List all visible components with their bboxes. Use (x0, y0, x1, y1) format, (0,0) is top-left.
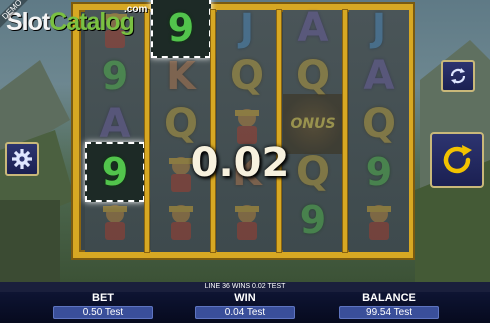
symbol-9: 9 (299, 198, 327, 242)
reel-5: JAQ9 (349, 6, 409, 252)
spin-button[interactable] (430, 132, 484, 188)
reel-separator (145, 10, 149, 252)
bet-value[interactable]: 0.50 Test (53, 306, 153, 319)
balance-label: BALANCE (362, 292, 416, 304)
win-section: WIN 0.04 Test (190, 292, 300, 319)
autoplay-button[interactable] (441, 60, 475, 92)
warrior-icon (217, 190, 277, 250)
watermark-catalog-text: Catalog (49, 8, 135, 36)
reel-3: JQK (217, 6, 277, 252)
spin-icon (443, 145, 472, 174)
autoplay-icon (450, 68, 466, 84)
reel-separator (211, 10, 215, 252)
slotcatalog-watermark: SlotCatalog .com (6, 4, 147, 37)
gear-icon (12, 149, 32, 169)
watermark-com-text: .com (124, 4, 148, 15)
reel-4: A Q ONUS Q 9 (283, 5, 343, 252)
win-value: 0.04 Test (195, 306, 295, 319)
balance-section: BALANCE 99.54 Test (334, 292, 444, 319)
settings-button[interactable] (5, 142, 39, 176)
bet-section[interactable]: BET 0.50 Test (48, 292, 158, 319)
bottom-panel: BET 0.50 Test WIN 0.04 Test BALANCE 99.5… (0, 292, 490, 323)
reel-separator (277, 10, 281, 252)
win-label: WIN (234, 292, 256, 304)
reel-1: 9A9 (85, 10, 145, 252)
balance-value: 99.54 Test (339, 306, 439, 319)
warrior-icon (151, 190, 211, 250)
warrior-icon (85, 190, 145, 250)
win-amount-overlay: 0.02 (190, 140, 290, 186)
reel-frame: 9 A 9 9 K Q J Q K A Q ONUS Q 9 J A Q 9 (73, 0, 413, 258)
reel-2: 9KQ (151, 0, 211, 252)
bet-label: BET (92, 292, 114, 304)
warrior-icon (349, 190, 409, 250)
reel-separator (343, 10, 347, 252)
status-line: LINE 36 WINS 0.02 TEST (0, 282, 490, 292)
